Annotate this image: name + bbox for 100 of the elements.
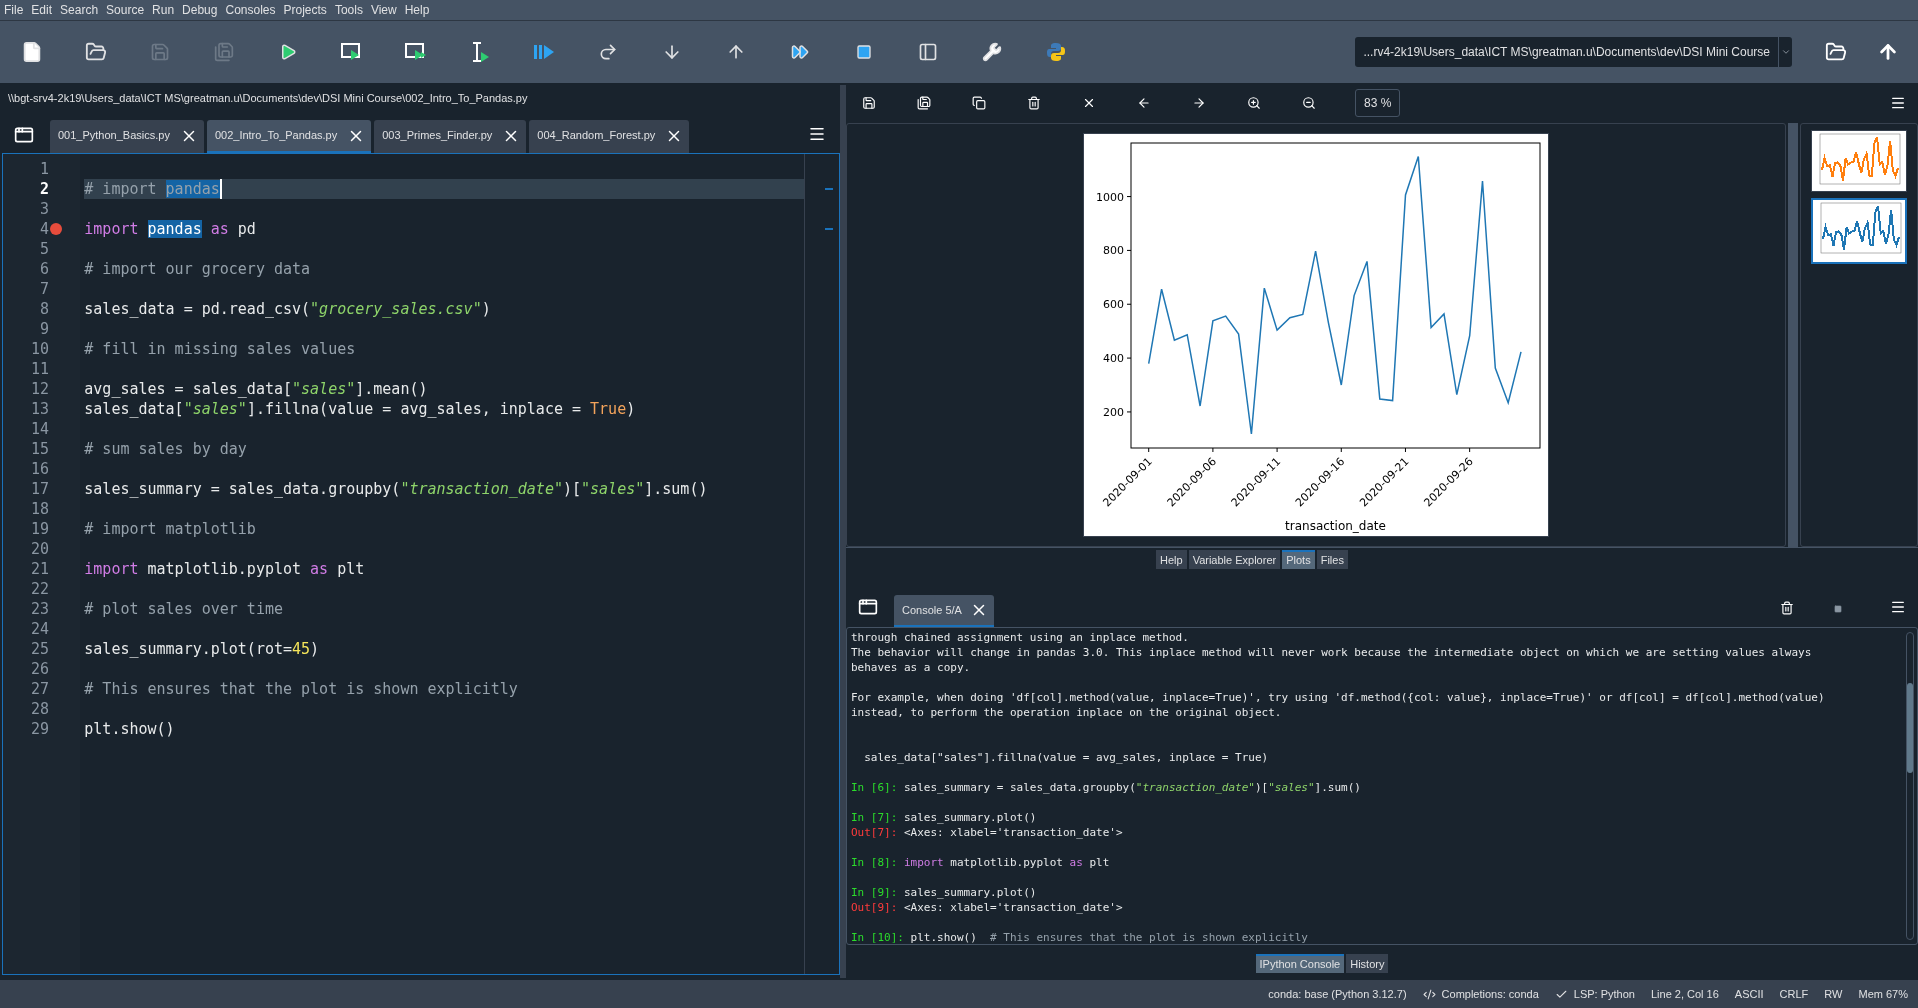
- zoom-out-icon[interactable]: [1302, 96, 1316, 110]
- window-icon[interactable]: [14, 125, 34, 145]
- menu-item[interactable]: Projects: [283, 1, 327, 19]
- code-line: avg_sales = sales_data["sales"].mean(): [84, 379, 428, 399]
- console-tab[interactable]: Console 5/A: [894, 595, 994, 627]
- working-directory-combo[interactable]: ...rv4-2k19\Users_data\ICT MS\greatman.u\Documents\dev\DSI Mini Course: [1355, 37, 1792, 67]
- pane-tab[interactable]: Files: [1316, 550, 1348, 569]
- trash-icon[interactable]: [1780, 601, 1794, 615]
- open-folder-icon[interactable]: [85, 41, 107, 63]
- menu-item[interactable]: Help: [404, 1, 430, 19]
- editor-tab[interactable]: 003_Primes_Finder.py: [374, 120, 527, 153]
- dropdown-caret-icon[interactable]: [1780, 47, 1791, 57]
- console-line: In [8]: import matplotlib.pyplot as plt: [851, 855, 1111, 870]
- scrollbar-thumb[interactable]: [1907, 683, 1913, 773]
- python-logo-icon[interactable]: [1046, 42, 1066, 62]
- pane-tab[interactable]: IPython Console: [1255, 954, 1345, 973]
- tick-label: 800: [1103, 244, 1124, 258]
- file-path: \\bgt-srv4-2k19\Users_data\ICT MS\greatman.u\Documents\dev\DSI Mini Course\002_Intro_To_Pandas.py: [8, 90, 528, 106]
- menu-item[interactable]: View: [370, 1, 397, 19]
- line-number: 24: [29, 619, 49, 639]
- fast-forward-icon[interactable]: [791, 43, 809, 61]
- trash-icon[interactable]: [1027, 96, 1041, 110]
- run-cell-advance-icon[interactable]: [404, 41, 428, 63]
- panel-icon[interactable]: [918, 42, 938, 62]
- line-number: 13: [29, 399, 49, 419]
- tick-label: 1000: [1096, 190, 1124, 204]
- code-line: sales_summary.plot(rot=45): [84, 639, 320, 659]
- console-line: Out[7]: <Axes: xlabel='transaction_date'>: [851, 825, 1124, 840]
- zoom-in-icon[interactable]: [1247, 96, 1261, 110]
- editor-tab[interactable]: 002_Intro_To_Pandas.py: [206, 120, 372, 153]
- code-line: # sum sales by day: [84, 439, 247, 459]
- console-line: In [9]: sales_summary.plot(): [851, 885, 1038, 900]
- plot-thumbnail[interactable]: [1811, 198, 1907, 264]
- code-line: # import our grocery data: [84, 259, 311, 279]
- wrench-icon[interactable]: [982, 42, 1002, 62]
- line-number: 7: [38, 279, 49, 299]
- line-number: 23: [29, 599, 49, 619]
- line-number: 18: [29, 499, 49, 519]
- line-number: 28: [29, 699, 49, 719]
- line-number: 12: [29, 379, 49, 399]
- line-number: 16: [29, 459, 49, 479]
- editor-tab[interactable]: 004_Random_Forest.py: [529, 120, 690, 153]
- code-line: # This ensures that the plot is shown explicitly: [84, 679, 518, 699]
- menu-item[interactable]: Consoles: [225, 1, 276, 19]
- new-file-icon[interactable]: [21, 41, 43, 63]
- line-number: 4: [38, 219, 49, 239]
- line-number: 17: [29, 479, 49, 499]
- status-item: Completions: conda: [1441, 986, 1539, 1002]
- run-icon[interactable]: [279, 43, 297, 61]
- menu-icon[interactable]: [1890, 95, 1906, 111]
- close-all-icon[interactable]: [1082, 96, 1096, 110]
- code-line: import matplotlib.pyplot as plt: [84, 559, 365, 579]
- console-line: through chained assignment using an inplace method.: [851, 630, 1190, 645]
- menu-item[interactable]: Source: [106, 1, 145, 19]
- code-line: sales_summary = sales_data.groupby("transaction_date")["sales"].sum(): [84, 479, 708, 499]
- pane-tab[interactable]: History: [1346, 954, 1389, 973]
- menu-item[interactable]: Run: [152, 1, 175, 19]
- line-number: 5: [38, 239, 49, 259]
- editor-tab[interactable]: 001_Python_Basics.py: [50, 120, 204, 153]
- zoom-field[interactable]: 83 %: [1355, 89, 1401, 117]
- pane-tab[interactable]: Variable Explorer: [1188, 550, 1281, 569]
- line-number: 27: [29, 679, 49, 699]
- menu-item[interactable]: File: [4, 1, 24, 19]
- copy-icon[interactable]: [972, 96, 986, 110]
- stop-icon[interactable]: [1834, 605, 1842, 613]
- code-line: # import matplotlib: [84, 519, 256, 539]
- menu-item[interactable]: Edit: [31, 1, 53, 19]
- line-number: 15: [29, 439, 49, 459]
- tick-label: 400: [1103, 352, 1124, 366]
- curved-arrow-icon[interactable]: [598, 42, 618, 62]
- save-all-icon[interactable]: [917, 96, 931, 110]
- code-line: # import pandas: [84, 179, 220, 199]
- console-line: In [7]: sales_summary.plot(): [851, 810, 1038, 825]
- code-line: plt.show(): [84, 719, 175, 739]
- code-icon: [1422, 987, 1436, 1001]
- tick-label: 200: [1103, 405, 1124, 419]
- line-number: 9: [38, 319, 49, 339]
- breakpoint-icon[interactable]: [50, 223, 62, 235]
- line-number: 10: [29, 339, 49, 359]
- code-line: # fill in missing sales values: [84, 339, 356, 359]
- status-item: LSP: Python: [1573, 986, 1635, 1002]
- console-line: The behavior will change in pandas 3.0. This inplace method will never work because the intermediate object on which we are setting values always: [851, 645, 1813, 660]
- pane-tab[interactable]: Plots: [1282, 550, 1315, 569]
- bars-play-icon[interactable]: [533, 43, 555, 61]
- window-icon[interactable]: [858, 597, 878, 617]
- menu-icon[interactable]: [1890, 599, 1906, 615]
- menu-item[interactable]: Search: [60, 1, 99, 19]
- plot-thumbnail[interactable]: [1811, 130, 1907, 192]
- tick-label: 600: [1103, 298, 1124, 312]
- console-line: For example, when doing 'df[col].method(value, inplace=True)', try using 'df.method({col: value}, inplace=True)' or df[col] = df[col].method(value): [851, 690, 1826, 705]
- axis-title: transaction_date: [1285, 519, 1386, 533]
- console-line: Out[9]: <Axes: xlabel='transaction_date'>: [851, 900, 1124, 915]
- console-line: behaves as a copy.: [851, 660, 972, 675]
- scrollbar-track[interactable]: [1906, 632, 1914, 940]
- open-folder-icon[interactable]: [1825, 41, 1847, 63]
- menu-item[interactable]: Debug: [182, 1, 218, 19]
- pane-tab[interactable]: Help: [1156, 550, 1187, 569]
- menu-item[interactable]: Tools: [334, 1, 363, 19]
- menu-icon[interactable]: [808, 125, 826, 143]
- match-marker: [825, 188, 833, 190]
